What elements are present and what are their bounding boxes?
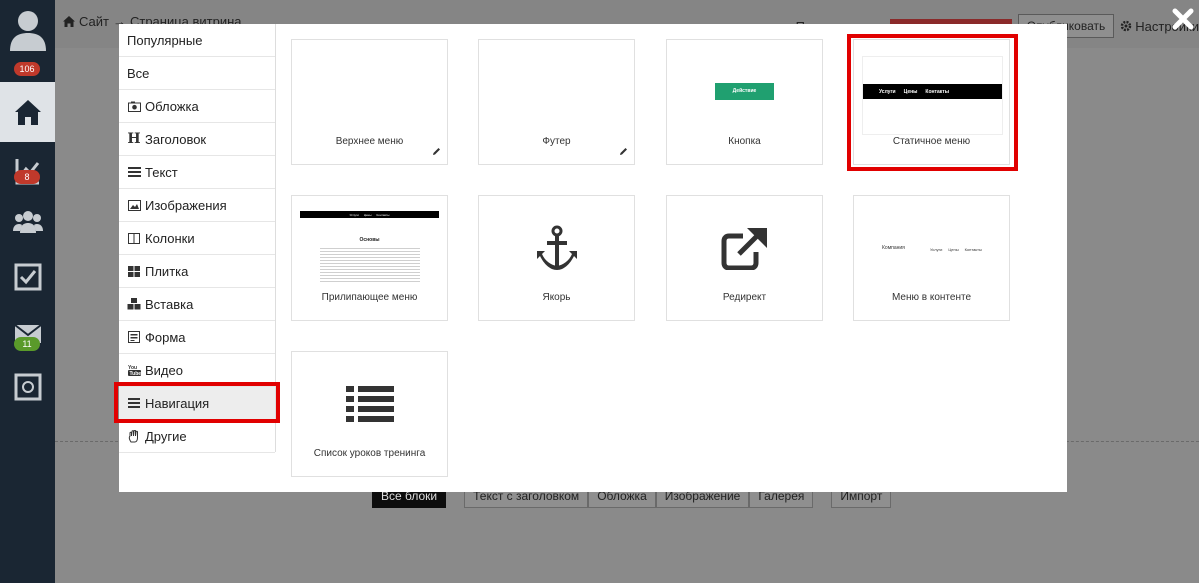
block-button[interactable]: Действие Кнопка bbox=[666, 39, 823, 165]
safe-icon bbox=[14, 373, 41, 401]
block-footer[interactable]: Футер bbox=[478, 39, 635, 165]
messages-badge: 11 bbox=[14, 337, 40, 351]
gear-icon bbox=[1121, 20, 1132, 32]
block-redirect[interactable]: Редирект bbox=[666, 195, 823, 321]
category-label: Изображения bbox=[145, 197, 227, 213]
block-top-menu[interactable]: Верхнее меню bbox=[291, 39, 448, 165]
menu-preview-item: Услуги bbox=[930, 247, 943, 252]
sidebar-item-users[interactable] bbox=[0, 192, 55, 250]
content-menu-items: Услуги Цены Контакты bbox=[930, 247, 982, 252]
sidebar-item-messages[interactable] bbox=[0, 305, 55, 363]
cubes-icon bbox=[127, 297, 141, 311]
content-menu-brand: Компания bbox=[882, 245, 905, 251]
checkbox-icon bbox=[14, 263, 41, 291]
user-avatar-icon bbox=[9, 11, 46, 51]
sticky-preview-text bbox=[320, 246, 420, 284]
block-label: Прилипающее меню bbox=[321, 292, 418, 303]
block-label: Редирект bbox=[722, 292, 767, 303]
highlight-static-menu bbox=[847, 34, 1018, 171]
category-label: Плитка bbox=[145, 263, 189, 279]
header-icon: H bbox=[127, 131, 141, 147]
block-content-menu[interactable]: Компания Услуги Цены Контакты Меню в кон… bbox=[853, 195, 1010, 321]
category-heading[interactable]: H Заголовок bbox=[119, 123, 275, 156]
text-lines-icon bbox=[127, 165, 141, 179]
highlight-navigation bbox=[114, 382, 280, 423]
list-icon bbox=[346, 386, 394, 422]
category-cover[interactable]: Обложка bbox=[119, 90, 275, 123]
block-label: Верхнее меню bbox=[335, 136, 404, 147]
pencil-icon[interactable] bbox=[619, 147, 628, 156]
sidebar-item-tasks[interactable] bbox=[0, 248, 55, 306]
sticky-preview-heading: Основы bbox=[359, 237, 380, 243]
category-text[interactable]: Текст bbox=[119, 156, 275, 189]
external-link-icon bbox=[721, 228, 767, 270]
avatar-badge: 106 bbox=[14, 62, 40, 76]
menu-preview-item: Услуги bbox=[349, 212, 359, 217]
button-preview: Действие bbox=[715, 83, 774, 100]
tiles-icon bbox=[127, 264, 141, 278]
category-label: Колонки bbox=[145, 230, 195, 246]
users-icon bbox=[12, 211, 43, 233]
sidebar-item-safe[interactable] bbox=[0, 358, 55, 416]
category-label: Форма bbox=[145, 329, 186, 345]
close-icon bbox=[1172, 8, 1194, 30]
menu-preview-item: Цены bbox=[363, 212, 372, 217]
category-label: Заголовок bbox=[145, 131, 207, 147]
app-sidebar: 106 8 11 bbox=[0, 0, 55, 583]
block-label: Меню в контенте bbox=[891, 292, 972, 303]
block-label: Кнопка bbox=[728, 136, 761, 147]
user-avatar[interactable] bbox=[0, 0, 55, 58]
category-images[interactable]: Изображения bbox=[119, 189, 275, 222]
camera-icon bbox=[127, 99, 141, 113]
category-all[interactable]: Все bbox=[119, 57, 275, 90]
category-label: Видео bbox=[145, 362, 183, 378]
hand-icon bbox=[127, 429, 141, 443]
columns-icon bbox=[127, 231, 141, 245]
youtube-icon: You Tube bbox=[127, 363, 141, 377]
crumb-site[interactable]: Сайт bbox=[79, 14, 109, 29]
category-label: Популярные bbox=[127, 32, 203, 48]
menu-preview-item: Цены bbox=[948, 247, 959, 252]
category-popular[interactable]: Популярные bbox=[119, 24, 275, 57]
block-label: Футер bbox=[542, 136, 571, 147]
home-icon bbox=[63, 16, 75, 27]
category-label: Все bbox=[127, 65, 150, 81]
category-embed[interactable]: Вставка bbox=[119, 288, 275, 321]
category-label: Вставка bbox=[145, 296, 194, 312]
image-icon bbox=[127, 198, 141, 212]
block-anchor[interactable]: Якорь bbox=[478, 195, 635, 321]
sidebar-item-home[interactable] bbox=[0, 82, 55, 142]
block-sticky-menu[interactable]: Услуги Цены Контакты Основы Прилипающее … bbox=[291, 195, 448, 321]
category-form[interactable]: Форма bbox=[119, 321, 275, 354]
svg-text:Tube: Tube bbox=[129, 371, 141, 376]
category-label: Обложка bbox=[145, 98, 199, 114]
block-label: Якорь bbox=[542, 292, 571, 303]
category-label: Текст bbox=[145, 164, 178, 180]
category-tiles[interactable]: Плитка bbox=[119, 255, 275, 288]
form-icon bbox=[127, 330, 141, 344]
category-columns[interactable]: Колонки bbox=[119, 222, 275, 255]
menu-preview-item: Контакты bbox=[376, 212, 390, 217]
pencil-icon[interactable] bbox=[432, 147, 441, 156]
block-label: Список уроков тренинга bbox=[313, 448, 426, 459]
menu-preview-item: Контакты bbox=[964, 247, 982, 252]
anchor-icon bbox=[537, 225, 577, 270]
category-label: Другие bbox=[145, 428, 187, 444]
sticky-preview-bar: Услуги Цены Контакты bbox=[300, 211, 439, 218]
close-modal-button[interactable] bbox=[1172, 8, 1194, 30]
stats-badge: 8 bbox=[14, 170, 40, 184]
home-icon bbox=[14, 100, 41, 125]
block-training-list[interactable]: Список уроков тренинга bbox=[291, 351, 448, 477]
category-other[interactable]: Другие bbox=[119, 420, 275, 453]
